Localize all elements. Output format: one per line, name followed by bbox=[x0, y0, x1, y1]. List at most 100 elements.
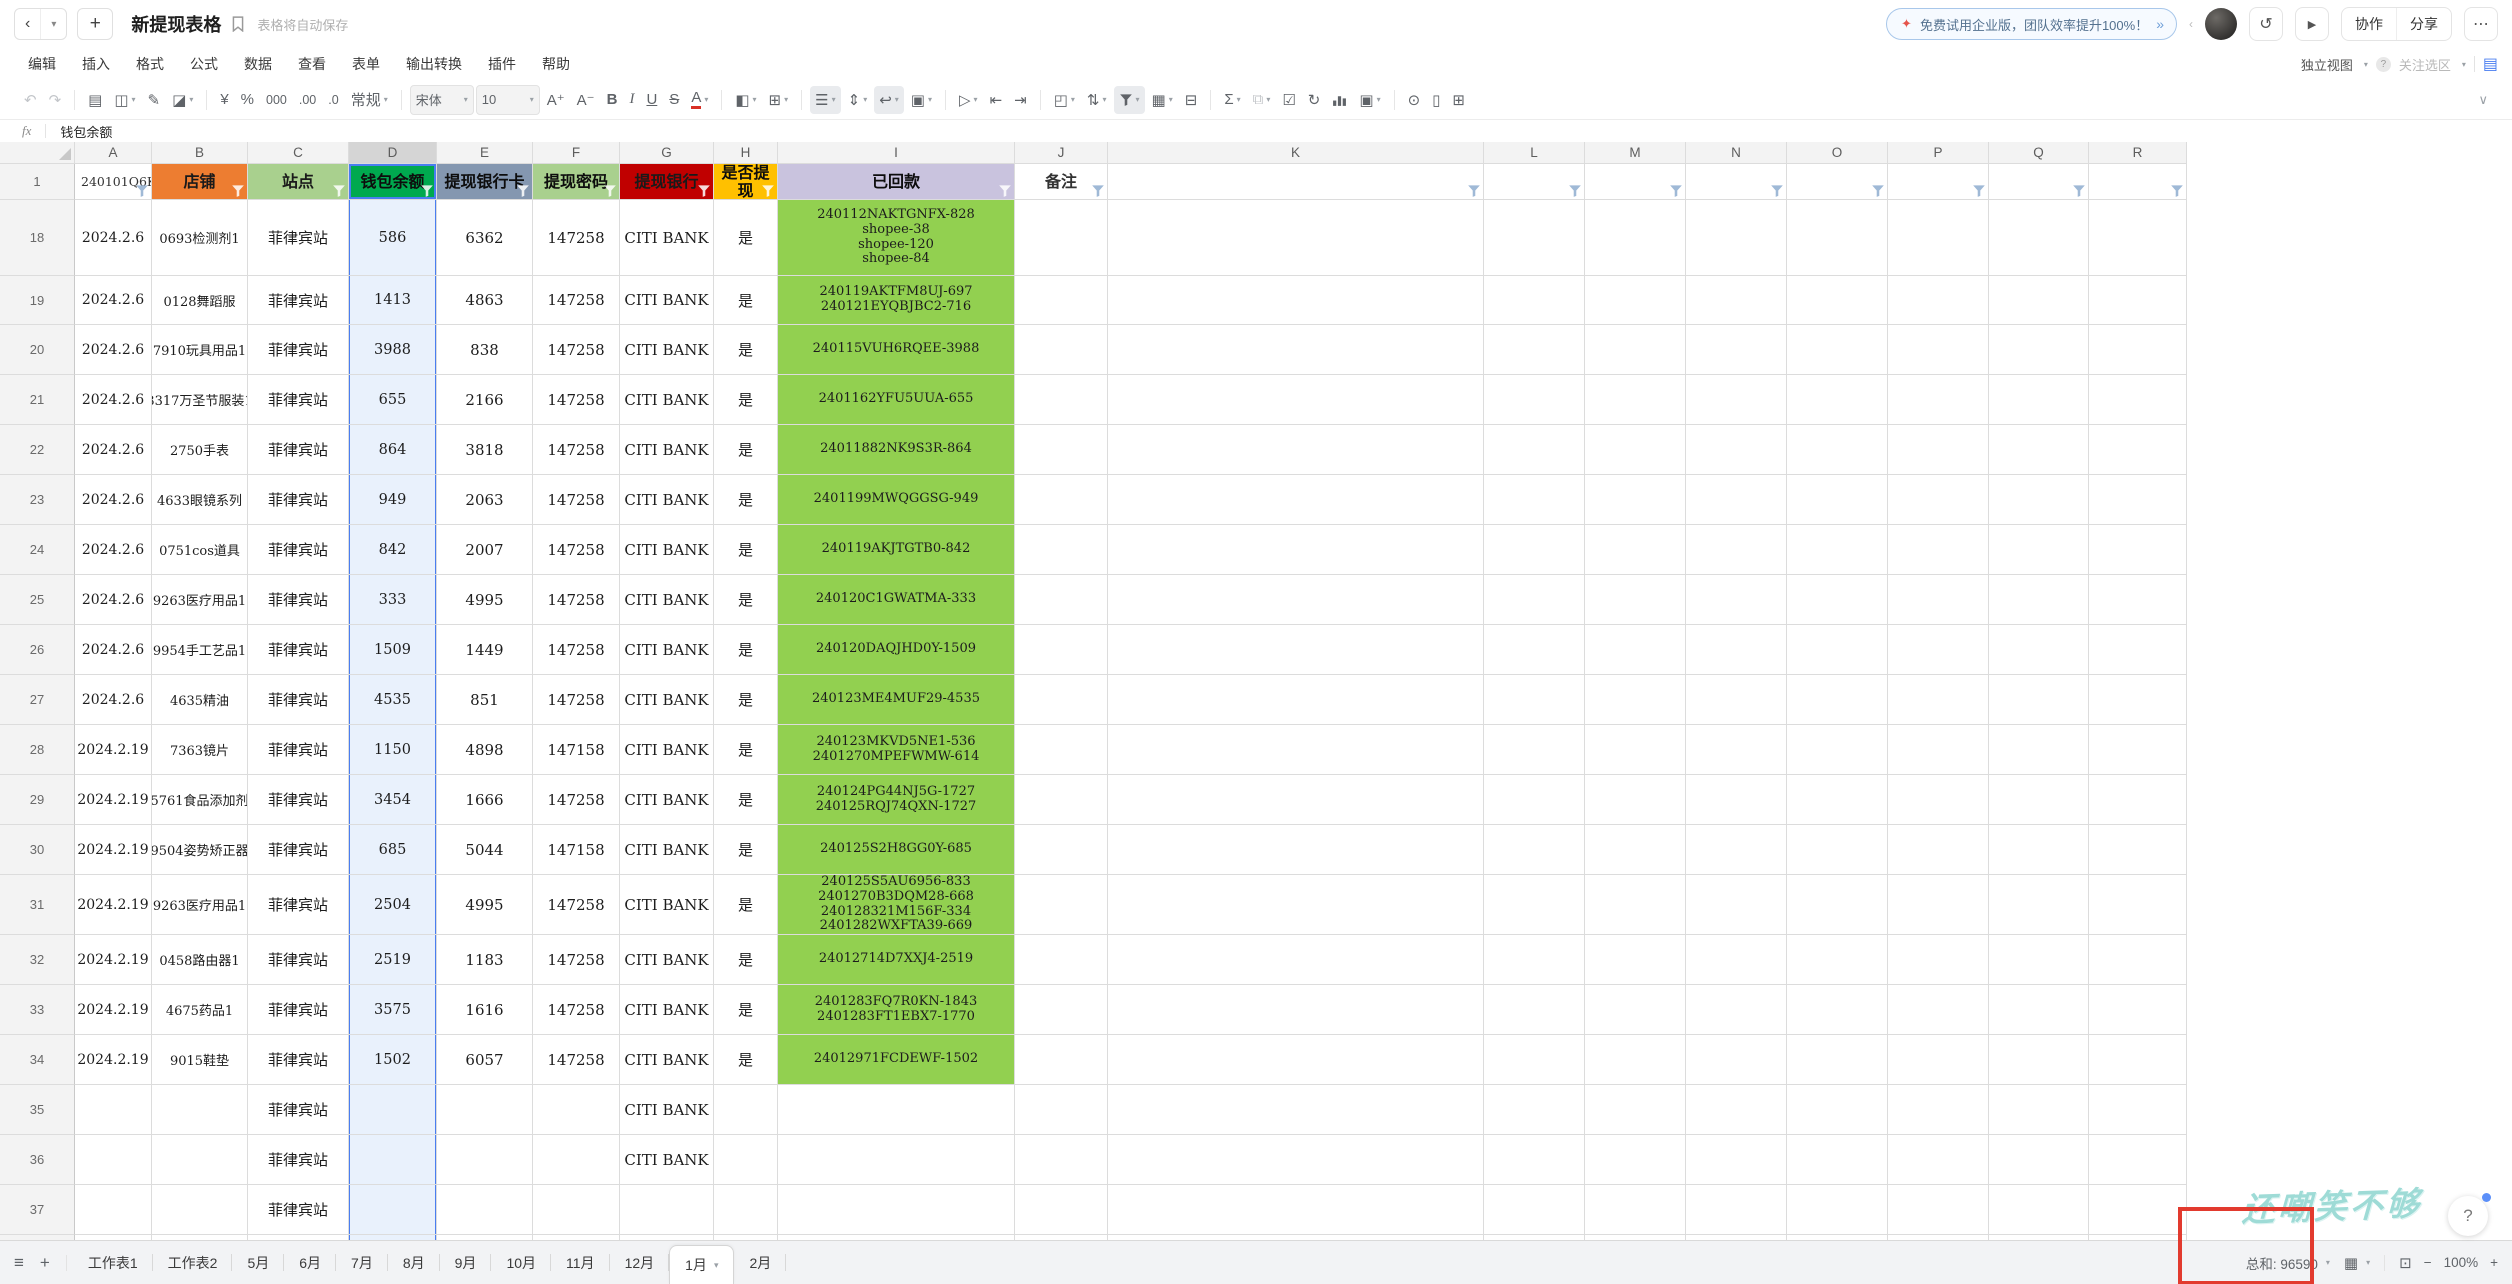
filter-icon[interactable] bbox=[603, 184, 616, 197]
cell-F33[interactable]: 147258 bbox=[533, 985, 620, 1035]
cell-G21[interactable]: CITI BANK bbox=[620, 375, 714, 425]
cell-E20[interactable]: 838 bbox=[437, 325, 533, 375]
column-header-K[interactable]: K bbox=[1108, 142, 1484, 164]
cell-D33[interactable]: 3575 bbox=[349, 985, 437, 1035]
header-cell-G[interactable]: 提现银行 bbox=[620, 164, 714, 200]
image-icon[interactable]: ▣▾ bbox=[1354, 86, 1385, 114]
cell-F23[interactable]: 147258 bbox=[533, 475, 620, 525]
sheet-tab-2月[interactable]: 2月 bbox=[734, 1241, 786, 1284]
cell-E26[interactable]: 1449 bbox=[437, 625, 533, 675]
collaborate-button[interactable]: 协作 bbox=[2342, 8, 2396, 40]
thousands-icon[interactable]: 000 bbox=[261, 86, 292, 114]
cell-K26[interactable] bbox=[1108, 625, 1484, 675]
cell-E35[interactable] bbox=[437, 1085, 533, 1135]
cell-Q21[interactable] bbox=[1989, 375, 2089, 425]
table-style-icon[interactable]: ▦▾ bbox=[1147, 86, 1178, 114]
cell-R22[interactable] bbox=[2089, 425, 2187, 475]
cell-G22[interactable]: CITI BANK bbox=[620, 425, 714, 475]
cell-O21[interactable] bbox=[1787, 375, 1888, 425]
cell-A36[interactable] bbox=[75, 1135, 152, 1185]
independent-view-menu[interactable]: 独立视图 bbox=[2301, 55, 2353, 74]
cell-H34[interactable]: 是 bbox=[714, 1035, 778, 1085]
filter-icon[interactable] bbox=[332, 184, 345, 197]
cell-C25[interactable]: 菲律宾站 bbox=[248, 575, 349, 625]
find-replace-icon[interactable]: ⊙ bbox=[1403, 86, 1426, 114]
fill-color-icon[interactable]: ◧▾ bbox=[730, 86, 761, 114]
cell-P28[interactable] bbox=[1888, 725, 1989, 775]
cell-G27[interactable]: CITI BANK bbox=[620, 675, 714, 725]
header-cell-F[interactable]: 提现密码 bbox=[533, 164, 620, 200]
cell-F29[interactable]: 147258 bbox=[533, 775, 620, 825]
sheet-tab-12月[interactable]: 12月 bbox=[610, 1241, 670, 1284]
cell-E37[interactable] bbox=[437, 1185, 533, 1235]
undo-icon[interactable]: ↶ bbox=[19, 86, 42, 114]
cell-O28[interactable] bbox=[1787, 725, 1888, 775]
cell-I30[interactable]: 240125S2H8GG0Y-685 bbox=[778, 825, 1015, 875]
cell-L29[interactable] bbox=[1484, 775, 1585, 825]
cell-C35[interactable]: 菲律宾站 bbox=[248, 1085, 349, 1135]
sheet-tab-9月[interactable]: 9月 bbox=[440, 1241, 492, 1284]
cell-K24[interactable] bbox=[1108, 525, 1484, 575]
cell-J34[interactable] bbox=[1015, 1035, 1108, 1085]
cell-G36[interactable]: CITI BANK bbox=[620, 1135, 714, 1185]
cell-A31[interactable]: 2024.2.19 bbox=[75, 875, 152, 935]
cell-K28[interactable] bbox=[1108, 725, 1484, 775]
cell-A25[interactable]: 2024.2.6 bbox=[75, 575, 152, 625]
cell-L28[interactable] bbox=[1484, 725, 1585, 775]
filter-icon[interactable] bbox=[1091, 184, 1104, 197]
cell-L33[interactable] bbox=[1484, 985, 1585, 1035]
column-header-I[interactable]: I bbox=[778, 142, 1015, 164]
cell-H37[interactable] bbox=[714, 1185, 778, 1235]
cell-B25[interactable]: 9263医疗用品1 bbox=[152, 575, 248, 625]
cell-C24[interactable]: 菲律宾站 bbox=[248, 525, 349, 575]
cell-J37[interactable] bbox=[1015, 1185, 1108, 1235]
cell-A28[interactable]: 2024.2.19 bbox=[75, 725, 152, 775]
cell-I22[interactable]: 24011882NK9S3R-864 bbox=[778, 425, 1015, 475]
cell-D35[interactable] bbox=[349, 1085, 437, 1135]
cell-L31[interactable] bbox=[1484, 875, 1585, 935]
column-header-B[interactable]: B bbox=[152, 142, 248, 164]
cell-R21[interactable] bbox=[2089, 375, 2187, 425]
column-header-A[interactable]: A bbox=[75, 142, 152, 164]
cell-E22[interactable]: 3818 bbox=[437, 425, 533, 475]
cell-J18[interactable] bbox=[1015, 200, 1108, 276]
cell-L18[interactable] bbox=[1484, 200, 1585, 276]
back-icon[interactable]: ‹ bbox=[15, 9, 40, 39]
cell-I32[interactable]: 24012714D7XXJ4-2519 bbox=[778, 935, 1015, 985]
cell-R31[interactable] bbox=[2089, 875, 2187, 935]
back-button-group[interactable]: ‹ ▾ bbox=[14, 8, 67, 40]
sheet-tab-工作表1[interactable]: 工作表1 bbox=[73, 1241, 153, 1284]
filter-toolbar-icon[interactable]: ▾ bbox=[1114, 86, 1145, 114]
cell-D18[interactable]: 586 bbox=[349, 200, 437, 276]
decimal-increase-icon[interactable]: .00 bbox=[294, 86, 321, 114]
column-header-N[interactable]: N bbox=[1686, 142, 1787, 164]
column-header-C[interactable]: C bbox=[248, 142, 349, 164]
filter-icon[interactable] bbox=[2170, 184, 2183, 197]
cell-B28[interactable]: 7363镜片 bbox=[152, 725, 248, 775]
cell-R36[interactable] bbox=[2089, 1135, 2187, 1185]
bold-icon[interactable]: B bbox=[602, 86, 623, 114]
cell-M29[interactable] bbox=[1585, 775, 1686, 825]
cell-A24[interactable]: 2024.2.6 bbox=[75, 525, 152, 575]
row-header-28[interactable]: 28 bbox=[0, 725, 75, 775]
percent-icon[interactable]: % bbox=[236, 86, 259, 114]
cell-A35[interactable] bbox=[75, 1085, 152, 1135]
pivot-icon[interactable]: ⧉▾ bbox=[1248, 86, 1276, 114]
cell-E28[interactable]: 4898 bbox=[437, 725, 533, 775]
cell-N32[interactable] bbox=[1686, 935, 1787, 985]
cell-N28[interactable] bbox=[1686, 725, 1787, 775]
cell-R25[interactable] bbox=[2089, 575, 2187, 625]
cell-C36[interactable]: 菲律宾站 bbox=[248, 1135, 349, 1185]
cell-G32[interactable]: CITI BANK bbox=[620, 935, 714, 985]
cell-J24[interactable] bbox=[1015, 525, 1108, 575]
cell-H31[interactable]: 是 bbox=[714, 875, 778, 935]
cell-R33[interactable] bbox=[2089, 985, 2187, 1035]
cell-A37[interactable] bbox=[75, 1185, 152, 1235]
cell-H23[interactable]: 是 bbox=[714, 475, 778, 525]
font-size-down-icon[interactable]: A⁻ bbox=[572, 86, 600, 114]
cell-D24[interactable]: 842 bbox=[349, 525, 437, 575]
cell-O24[interactable] bbox=[1787, 525, 1888, 575]
cell-J33[interactable] bbox=[1015, 985, 1108, 1035]
cell-Q23[interactable] bbox=[1989, 475, 2089, 525]
cell-A18[interactable]: 2024.2.6 bbox=[75, 200, 152, 276]
